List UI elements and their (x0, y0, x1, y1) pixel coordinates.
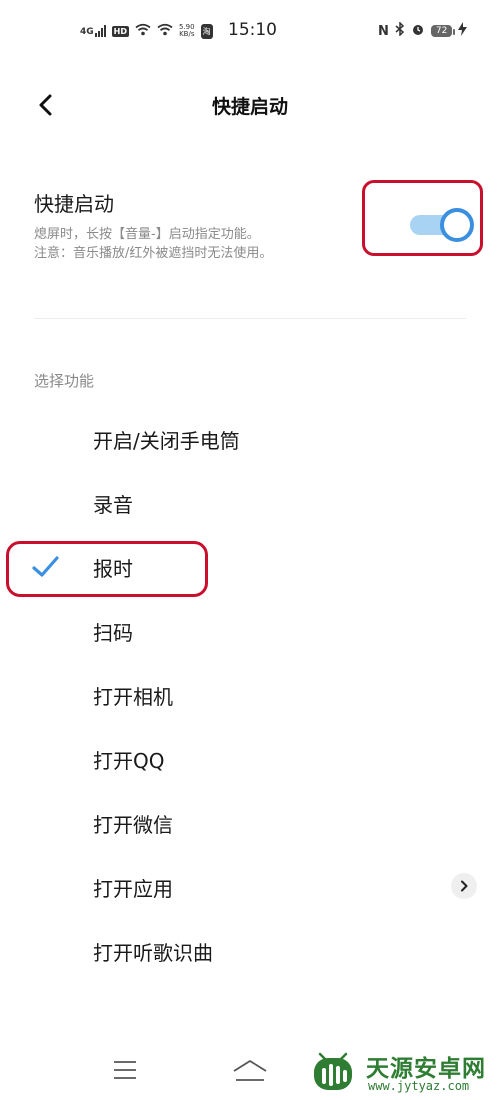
home-icon[interactable] (232, 1058, 268, 1084)
option-flashlight[interactable]: 开启/关闭手电筒 (0, 409, 500, 469)
section-label: 选择功能 (34, 372, 95, 390)
watermark-title: 天源安卓网 (366, 1056, 486, 1082)
taobao-app-icon: 淘 (200, 23, 213, 39)
wifi-icon-secondary (157, 23, 173, 39)
menu-icon[interactable] (113, 1060, 137, 1080)
option-qq[interactable]: 打开QQ (0, 729, 500, 789)
checkmark-icon (32, 556, 59, 577)
option-time-announce[interactable]: 报时 (0, 537, 500, 597)
option-label: 打开听歌识曲 (93, 941, 213, 965)
option-open-app[interactable]: 打开应用 (0, 857, 500, 917)
option-song-recognition[interactable]: 打开听歌识曲 (0, 921, 500, 981)
option-label: 报时 (93, 557, 133, 581)
charging-icon (458, 22, 468, 40)
alarm-icon (411, 22, 425, 40)
quick-launch-description: 熄屏时，长按【音量-】启动指定功能。 注意：音乐播放/红外被遮挡时无法使用。 (34, 225, 466, 263)
divider (34, 318, 466, 319)
watermark-url: www.jytyaz.com (368, 1079, 470, 1093)
quick-launch-desc-line2: 注意：音乐播放/红外被遮挡时无法使用。 (34, 246, 273, 261)
watermark: 天源安卓网 www.jytyaz.com (304, 1046, 500, 1100)
status-bar: 4G HD 5.90 KB/s 淘 15:10 N 72 (0, 0, 500, 60)
option-camera[interactable]: 打开相机 (0, 665, 500, 725)
option-wechat[interactable]: 打开微信 (0, 793, 500, 853)
status-right-icons: N 72 (378, 20, 468, 42)
option-label: 打开微信 (93, 813, 173, 837)
nfc-icon: N (378, 23, 389, 39)
bluetooth-icon (395, 21, 405, 40)
wifi-icon (135, 23, 151, 39)
signal-label: 4G (80, 27, 94, 37)
option-scan[interactable]: 扫码 (0, 601, 500, 661)
net-speed: 5.90 KB/s (179, 24, 195, 38)
option-label: 开启/关闭手电筒 (93, 429, 240, 453)
status-time: 15:10 (228, 20, 277, 40)
header: 快捷启动 (0, 80, 500, 130)
option-label: 扫码 (93, 621, 133, 645)
signal-4g-icon: 4G (80, 25, 106, 37)
hd-icon: HD (111, 25, 129, 37)
option-label: 录音 (93, 493, 133, 517)
option-label: 打开应用 (93, 877, 173, 901)
quick-launch-desc-line1: 熄屏时，长按【音量-】启动指定功能。 (34, 227, 260, 242)
quick-launch-toggle[interactable] (410, 208, 482, 242)
quick-launch-title: 快捷启动 (34, 192, 114, 216)
toggle-knob (440, 208, 474, 242)
option-label: 打开相机 (93, 685, 173, 709)
quick-launch-setting: 快捷启动 熄屏时，长按【音量-】启动指定功能。 注意：音乐播放/红外被遮挡时无法… (34, 188, 474, 263)
net-speed-unit: KB/s (179, 30, 195, 38)
watermark-logo-icon (314, 1052, 352, 1090)
status-left-icons: 4G HD 5.90 KB/s 淘 (80, 20, 213, 42)
option-label: 打开QQ (93, 749, 165, 773)
option-record[interactable]: 录音 (0, 473, 500, 533)
chevron-right-icon[interactable] (451, 873, 477, 899)
page-title: 快捷启动 (211, 96, 288, 118)
battery-icon: 72 (430, 25, 456, 37)
